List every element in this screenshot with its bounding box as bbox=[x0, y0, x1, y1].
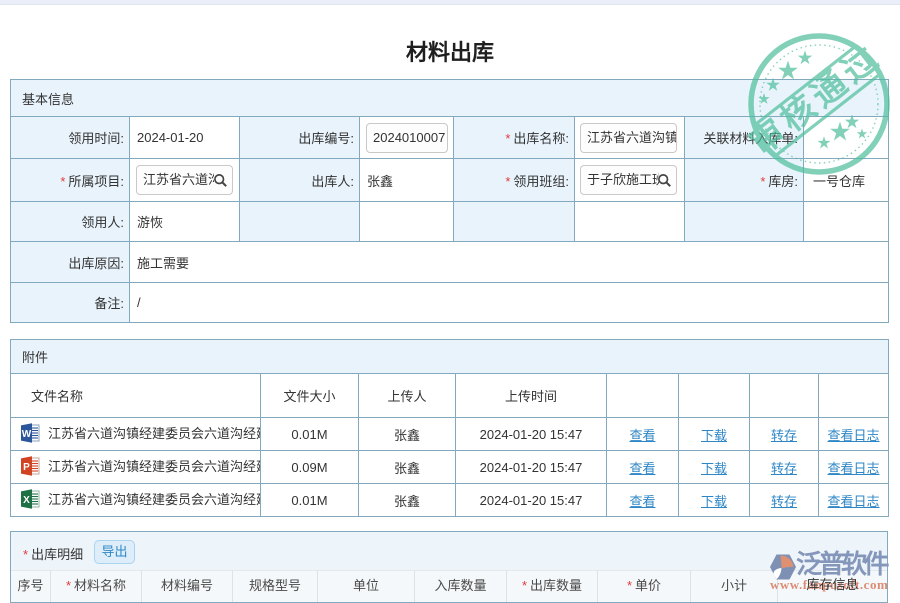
svg-text:P: P bbox=[23, 461, 30, 472]
svg-text:X: X bbox=[23, 494, 30, 505]
svg-text:W: W bbox=[22, 428, 32, 439]
